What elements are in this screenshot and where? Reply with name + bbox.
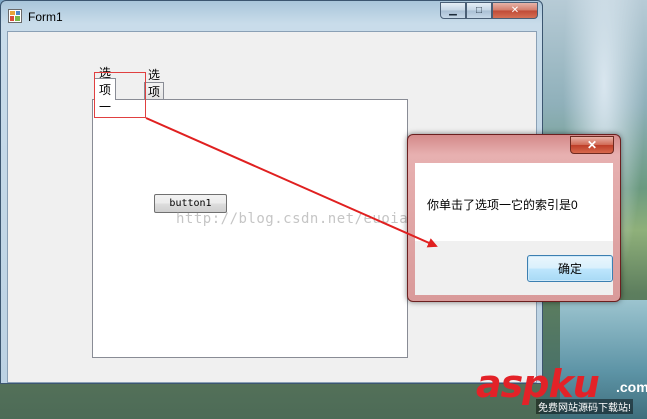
window-title: Form1 bbox=[28, 10, 63, 24]
tab-option-two[interactable]: 选项二 bbox=[144, 68, 165, 116]
logo-wordmark: aspku bbox=[476, 365, 600, 403]
ok-button[interactable]: 确定 bbox=[527, 255, 613, 282]
message-box-close-button[interactable]: ✕ bbox=[570, 136, 614, 154]
logo-domain: .com bbox=[616, 379, 647, 395]
aspku-logo: aspku .com 免费网站源码下载站! bbox=[476, 365, 647, 414]
message-box: ✕ 你单击了选项一它的索引是0 确定 bbox=[407, 134, 621, 302]
message-box-footer: 确定 bbox=[415, 241, 613, 295]
close-button[interactable]: ✕ bbox=[492, 2, 538, 19]
maximize-icon: □ bbox=[475, 5, 483, 16]
app-icon bbox=[8, 9, 22, 23]
minimize-icon: ▁ bbox=[449, 5, 457, 16]
close-icon: ✕ bbox=[510, 5, 520, 16]
message-text: 你单击了选项一它的索引是0 bbox=[427, 198, 578, 212]
logo-tagline: 免费网站源码下载站! bbox=[536, 399, 633, 414]
minimize-button[interactable]: ▁ bbox=[440, 2, 466, 19]
caption-buttons: ▁ □ ✕ bbox=[440, 2, 538, 20]
tab-page bbox=[92, 99, 408, 358]
maximize-button[interactable]: □ bbox=[466, 2, 492, 19]
title-bar[interactable]: Form1 ▁ □ ✕ bbox=[1, 1, 542, 29]
close-icon: ✕ bbox=[586, 138, 598, 152]
annotation-highlight-box bbox=[94, 72, 146, 118]
message-box-body: 你单击了选项一它的索引是0 bbox=[415, 163, 613, 241]
